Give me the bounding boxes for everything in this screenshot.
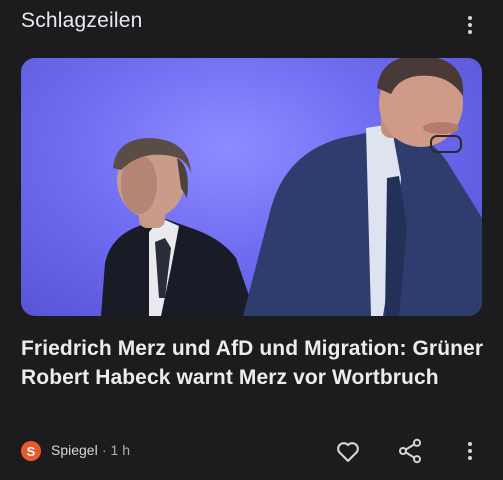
article-image[interactable] (21, 58, 482, 316)
article-more-button[interactable] (458, 439, 482, 463)
person-left (101, 138, 256, 316)
source-name[interactable]: Spiegel (51, 442, 98, 458)
heart-outline-icon (337, 442, 359, 462)
article-photo (101, 58, 482, 316)
share-icon (398, 438, 422, 464)
more-vert-icon (468, 16, 472, 20)
spiegel-logo: S (21, 441, 41, 461)
article-headline[interactable]: Friedrich Merz und AfD und Migration: Gr… (21, 334, 491, 392)
share-button[interactable] (396, 437, 424, 465)
person-right (243, 58, 482, 316)
section-more-button[interactable] (458, 13, 482, 37)
section-header: Schlagzeilen (0, 0, 503, 44)
article-age: · 1 h (102, 442, 131, 458)
section-title: Schlagzeilen (21, 9, 143, 32)
like-button[interactable] (334, 437, 362, 465)
more-vert-icon (468, 442, 472, 446)
article-footer: S Spiegel · 1 h (0, 430, 503, 470)
